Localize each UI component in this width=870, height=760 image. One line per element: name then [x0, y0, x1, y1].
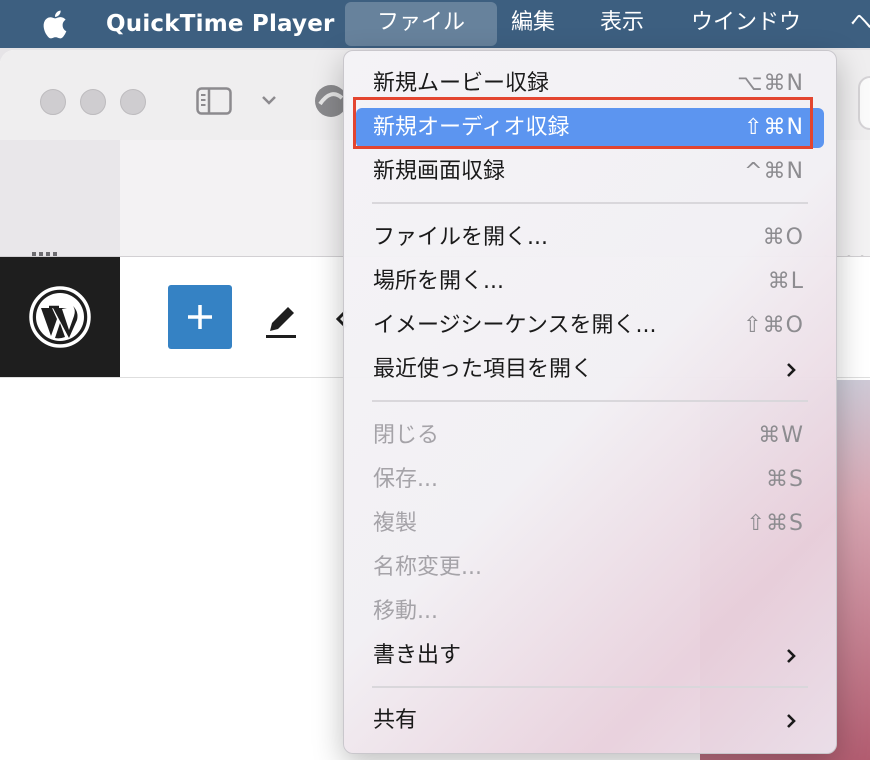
menu-item-open-recent[interactable]: 最近使った項目を開く [356, 350, 824, 390]
menu-separator [372, 202, 808, 204]
menu-item-open-image-sequence[interactable]: イメージシーケンスを開く... ⇧⌘O [356, 306, 824, 346]
chevron-right-icon [787, 714, 796, 728]
annotation-highlight-box [353, 97, 813, 149]
pencil-icon[interactable] [262, 301, 302, 341]
chevron-down-icon[interactable] [261, 93, 277, 107]
wordpress-logo-icon [29, 286, 91, 348]
menu-item-new-screen-recording[interactable]: 新規画面収録 ^⌘N [356, 152, 824, 192]
menu-view[interactable]: 表示 [600, 0, 644, 48]
menu-help[interactable]: ヘ [850, 0, 870, 48]
apple-icon[interactable] [38, 8, 68, 40]
plus-icon [188, 305, 212, 329]
shortcut-label: ⌘W [758, 423, 804, 448]
shortcut-label: ⌘L [767, 269, 804, 294]
shortcut-label: ⌘S [766, 467, 804, 492]
menu-item-open-location[interactable]: 場所を開く... ⌘L [356, 262, 824, 302]
close-window-button[interactable] [40, 89, 66, 115]
menu-window[interactable]: ウインドウ [691, 0, 801, 48]
menu-item-share[interactable]: 共有 [356, 701, 824, 741]
shortcut-label: ⇧⌘S [746, 511, 804, 536]
menu-item-duplicate: 複製 ⇧⌘S [356, 504, 824, 544]
menu-item-export[interactable]: 書き出す [356, 636, 824, 676]
add-block-button[interactable] [168, 285, 232, 349]
shortcut-label: ^⌘N [744, 159, 804, 184]
menu-item-open-file[interactable]: ファイルを開く... ⌘O [356, 218, 824, 258]
menu-item-close: 閉じる ⌘W [356, 416, 824, 456]
menu-separator [372, 400, 808, 402]
menu-item-move: 移動... [373, 599, 438, 624]
shortcut-label: ⇧⌘O [743, 313, 804, 338]
sidebar-toggle-icon[interactable] [196, 87, 232, 115]
app-name-menu[interactable]: QuickTime Player [106, 0, 335, 48]
menu-bar: QuickTime Player ファイル 編集 表示 ウインドウ ヘ [0, 0, 870, 48]
shortcut-label: ⌘O [762, 225, 804, 250]
menu-edit[interactable]: 編集 [511, 0, 555, 48]
minimize-window-button[interactable] [80, 89, 106, 115]
menu-item-save: 保存... ⌘S [356, 460, 824, 500]
menu-separator [372, 686, 808, 688]
zoom-window-button[interactable] [120, 89, 146, 115]
menu-item-rename: 名称変更... [373, 555, 482, 580]
file-menu-dropdown: 新規ムービー収録 ⌥⌘N 新規オーディオ収録 ⇧⌘N 新規画面収録 ^⌘N ファ… [343, 50, 837, 754]
wordpress-home-button[interactable] [0, 257, 120, 377]
menu-file[interactable]: ファイル [345, 2, 497, 46]
address-bar[interactable] [858, 76, 870, 130]
chevron-right-icon [787, 649, 796, 663]
chevron-right-icon [787, 363, 796, 377]
